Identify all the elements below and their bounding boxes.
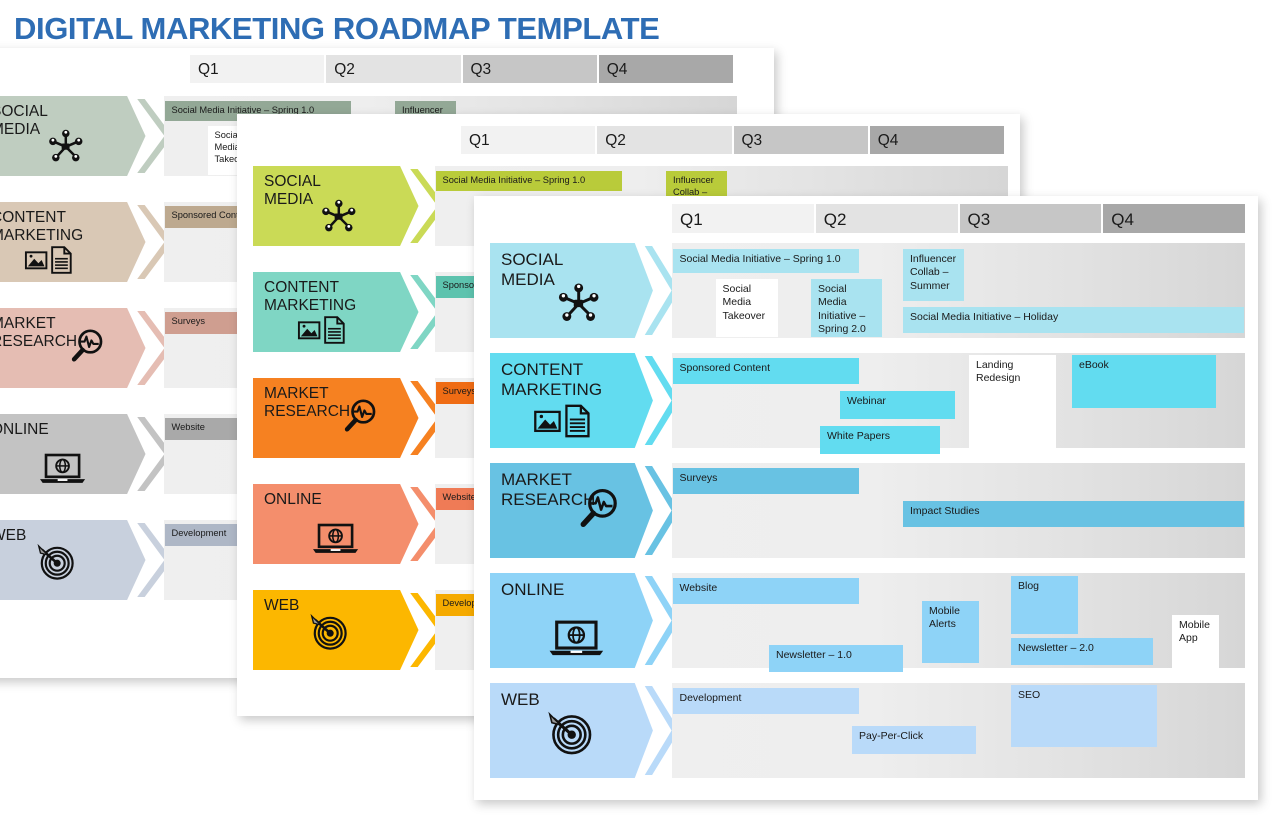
quarter-header-row: Q1 Q2 Q3 Q4 (672, 204, 1245, 233)
lane-label-text: SOCIAL MEDIA (264, 173, 321, 209)
quarter-header-row: Q1 Q2 Q3 Q4 (461, 126, 1004, 154)
quarter-header-q4[interactable]: Q4 (869, 126, 1004, 154)
magnifier-pulse-icon (341, 397, 379, 440)
lane-label-text: WEB (501, 690, 540, 709)
lane-label-text: CONTENT MARKETING (501, 360, 603, 399)
quarter-header-q2[interactable]: Q2 (597, 126, 734, 154)
task-bar[interactable]: Pay-Per-Click (852, 726, 976, 754)
lane-label-text: CONTENT MARKETING (264, 279, 357, 315)
lane-label-text: SOCIAL MEDIA (0, 103, 48, 139)
quarter-header-q3[interactable]: Q3 (733, 126, 870, 154)
lane-label-online[interactable]: ONLINE (0, 414, 171, 494)
quarter-header-row: Q1 Q2 Q3 Q4 (190, 55, 733, 83)
laptop-globe-icon (37, 449, 88, 492)
quarter-header-q2[interactable]: Q2 (326, 55, 463, 83)
timeline-band-online: Website Newsletter – 1.0 Mobile Alerts Blog… (672, 573, 1245, 673)
task-bar[interactable]: eBook (1072, 355, 1216, 408)
timeline-band-web: Development Pay-Per-Click SEO (672, 683, 1245, 778)
lane-label-text: MARKET RESEARCH (264, 385, 351, 421)
network-nodes-icon (318, 196, 360, 243)
quarter-header-q4[interactable]: Q4 (1103, 204, 1245, 233)
lane-label-text: WEB (0, 527, 27, 544)
lane-label-market-research[interactable]: MARKET RESEARCH (0, 308, 171, 388)
task-bar[interactable]: SEO (1011, 685, 1157, 747)
task-bar[interactable]: Landing Redesign (969, 355, 1056, 455)
task-bar[interactable]: Surveys (672, 468, 859, 494)
network-nodes-icon (45, 126, 87, 173)
task-bar[interactable]: Webinar (840, 391, 955, 419)
lane-label-social-media[interactable]: SOCIAL MEDIA (490, 243, 678, 338)
task-bar[interactable]: Impact Studies (903, 501, 1244, 527)
task-bar[interactable]: Website (672, 578, 859, 604)
task-bar[interactable]: Blog (1011, 576, 1078, 634)
network-nodes-icon (554, 279, 603, 333)
task-bar[interactable]: White Papers (820, 426, 940, 454)
lane-label-web[interactable]: WEB (253, 590, 444, 670)
laptop-globe-icon (546, 615, 606, 665)
task-bar[interactable]: Development (672, 688, 859, 714)
task-bar[interactable]: Newsletter – 2.0 (1011, 638, 1153, 665)
task-bar[interactable]: Influencer Collab – Summer (903, 249, 964, 301)
task-bar[interactable]: Mobile App (1172, 615, 1219, 673)
task-bar[interactable]: Social Media Initiative – Holiday (903, 307, 1244, 333)
quarter-header-q3[interactable]: Q3 (462, 55, 599, 83)
quarter-header-q3[interactable]: Q3 (959, 204, 1104, 233)
quarter-header-q2[interactable]: Q2 (815, 204, 960, 233)
magnifier-pulse-icon (68, 327, 106, 370)
lane-label-market-research[interactable]: MARKET RESEARCH (490, 463, 678, 558)
lane-label-web[interactable]: WEB (490, 683, 678, 778)
lane-label-online[interactable]: ONLINE (490, 573, 678, 668)
lane-label-content-marketing[interactable]: CONTENT MARKETING (490, 353, 678, 448)
task-bar[interactable]: Social Media Takeover (715, 279, 778, 337)
timeline-band-content-marketing: Sponsored Content Webinar White Papers Land… (672, 353, 1245, 455)
lane-label-content-marketing[interactable]: CONTENT MARKETING (253, 272, 444, 352)
lane-label-text: WEB (264, 597, 300, 614)
target-arrow-icon (33, 539, 77, 588)
task-bar[interactable]: Newsletter – 1.0 (769, 645, 903, 672)
task-bar[interactable]: Social Media Initiative – Spring 2.0 (811, 279, 882, 337)
target-arrow-icon (543, 706, 595, 763)
lane-label-web[interactable]: WEB (0, 520, 171, 600)
lane-label-online[interactable]: ONLINE (253, 484, 444, 564)
roadmap-card-front: Q1 Q2 Q3 Q4 SOCIAL MEDIA CONTENT MARKETING M… (474, 196, 1258, 800)
quarter-header-q4[interactable]: Q4 (598, 55, 733, 83)
task-bar[interactable]: Social Media Initiative – Spring 1.0 (435, 171, 622, 192)
page-title: DIGITAL MARKETING ROADMAP TEMPLATE (14, 11, 660, 46)
image-document-icon (297, 314, 347, 351)
task-bar[interactable]: Social Media Initiative – Spring 1.0 (672, 249, 859, 273)
quarter-header-q1[interactable]: Q1 (672, 204, 816, 233)
lane-label-social-media[interactable]: SOCIAL MEDIA (253, 166, 444, 246)
lane-label-text: ONLINE (264, 491, 322, 508)
lane-label-market-research[interactable]: MARKET RESEARCH (253, 378, 444, 458)
lane-label-content-marketing[interactable]: CONTENT MARKETING (0, 202, 171, 282)
magnifier-pulse-icon (576, 486, 622, 537)
quarter-header-q1[interactable]: Q1 (190, 55, 327, 83)
laptop-globe-icon (310, 519, 361, 562)
task-bar[interactable]: Mobile Alerts (922, 601, 979, 663)
image-document-icon (533, 402, 592, 445)
image-document-icon (24, 244, 74, 281)
target-arrow-icon (306, 609, 350, 658)
lane-label-text: MARKET RESEARCH (0, 315, 78, 351)
quarter-header-q1[interactable]: Q1 (461, 126, 598, 154)
task-bar[interactable]: Sponsored Content (672, 358, 859, 384)
timeline-band-social-media: Social Media Initiative – Spring 1.0 Soci… (672, 243, 1245, 338)
lane-label-text: ONLINE (501, 580, 565, 599)
timeline-band-market-research: Surveys Impact Studies (672, 463, 1245, 558)
lane-label-text: CONTENT MARKETING (0, 209, 84, 245)
lane-label-social-media[interactable]: SOCIAL MEDIA (0, 96, 171, 176)
lane-label-text: ONLINE (0, 421, 49, 438)
